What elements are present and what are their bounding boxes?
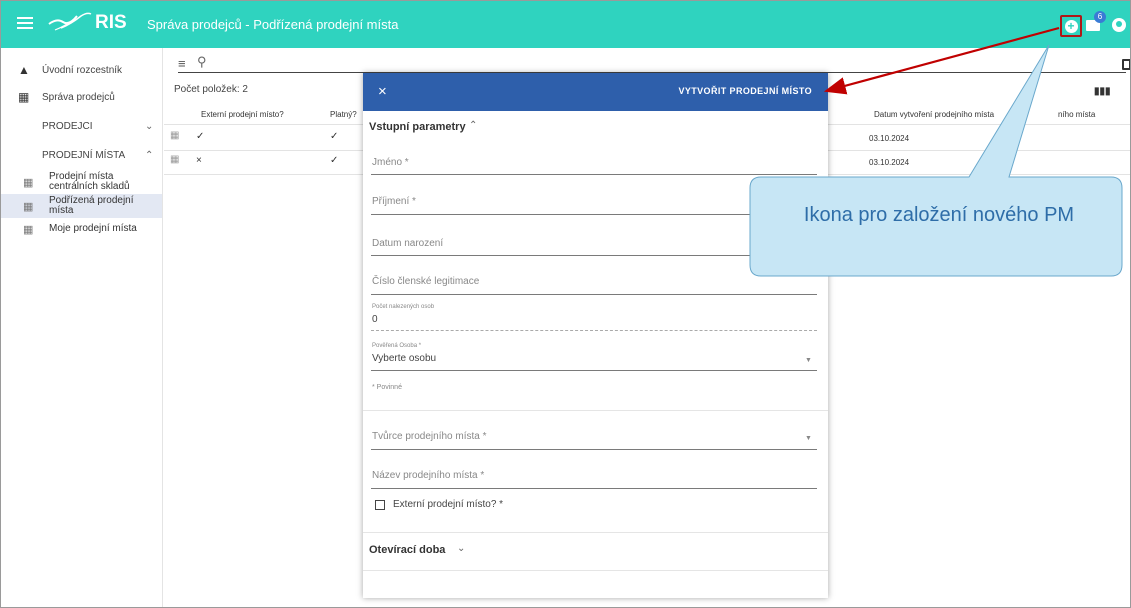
sidebar-item-label: Podřízená prodejní místa	[49, 195, 134, 216]
membership-underline	[371, 294, 817, 295]
app-logo[interactable]: RIS	[47, 11, 127, 35]
chevron-up-icon: ⌃	[145, 149, 154, 161]
chevron-down-icon: ⌄	[145, 120, 154, 132]
filter-icon[interactable]: ≡	[178, 56, 186, 71]
menu-icon[interactable]	[17, 17, 33, 29]
sidebar-item-label: Úvodní rozcestník	[42, 64, 123, 76]
sidebar-item-sellers-admin[interactable]: ▦ Správa prodejců	[1, 88, 163, 106]
sidebar-item-home[interactable]: ▲ Úvodní rozcestník	[1, 61, 163, 79]
column-header-external[interactable]: Externí prodejní místo?	[201, 110, 284, 119]
section-label: PRODEJNÍ MÍSTA	[42, 149, 126, 161]
sidebar-item-label: Moje prodejní místa	[49, 223, 137, 234]
item-count: Počet položek: 2	[174, 84, 248, 95]
create-sales-point-dialog: × VYTVOŘIT PRODEJNÍ MÍSTO Vstupní parame…	[363, 73, 828, 598]
section-divider	[363, 410, 828, 411]
dropdown-arrow-icon[interactable]: ▼	[805, 357, 812, 364]
building-icon: ▦	[23, 224, 34, 236]
assigned-person-label: Pověřená Osoba *	[372, 343, 422, 349]
external-value: ×	[196, 155, 202, 166]
first-name-field[interactable]: Jméno *	[372, 157, 409, 168]
assigned-person-select[interactable]: Vyberte osobu	[372, 353, 436, 364]
column-header-valid[interactable]: Platný?	[330, 110, 357, 119]
top-bar: RIS Správa prodejců - Podřízená prodejní…	[1, 1, 1130, 48]
dashboard-icon: ▦	[18, 90, 30, 104]
external-value: ✓	[196, 131, 205, 142]
sidebar-item-label: Správa prodejců	[42, 91, 115, 103]
first-name-underline	[371, 174, 817, 175]
section-label: PRODEJCI	[42, 120, 93, 132]
creator-select[interactable]: Tvůrce prodejního místa *	[372, 431, 487, 442]
sidebar-item-my-places[interactable]: ▦ Moje prodejní místa	[1, 221, 162, 237]
section-input-params[interactable]: Vstupní parametry	[369, 121, 466, 133]
created-date: 03.10.2024	[869, 134, 910, 143]
dialog-header: × VYTVOŘIT PRODEJNÍ MÍSTO	[363, 73, 828, 111]
sidebar-section-places[interactable]: PRODEJNÍ MÍSTA ⌃	[1, 147, 163, 163]
plus-icon: +	[1064, 19, 1078, 33]
place-name-underline	[371, 488, 817, 489]
sidebar: ▲ Úvodní rozcestník ▦ Správa prodejců PR…	[1, 48, 163, 607]
more-options-icon[interactable]: ⋮	[1126, 82, 1130, 96]
close-icon[interactable]: ×	[378, 83, 387, 100]
section-divider	[363, 532, 828, 533]
required-note: * Povinné	[372, 384, 402, 391]
sidebar-item-label: Prodejní místa centrálních skladů	[49, 171, 130, 192]
add-sales-point-button[interactable]: +	[1060, 15, 1082, 37]
home-icon: ▲	[18, 63, 30, 77]
search-icon[interactable]: ⚲	[197, 54, 207, 70]
chevron-down-icon[interactable]: ⌄	[457, 543, 465, 554]
created-date: 03.10.2024	[869, 158, 910, 167]
chevron-up-icon[interactable]: ⌃	[469, 120, 477, 131]
section-opening-hours[interactable]: Otevírací doba	[369, 544, 445, 556]
logo-text: RIS	[95, 12, 127, 33]
sidebar-item-central-warehouses[interactable]: ▦ Prodejní místa centrálních skladů	[1, 170, 162, 194]
columns-icon[interactable]: ▮▮▮	[1094, 86, 1111, 97]
sidebar-section-sellers[interactable]: PRODEJCI ⌄	[1, 118, 163, 134]
create-button[interactable]: VYTVOŘIT PRODEJNÍ MÍSTO	[678, 86, 812, 96]
building-icon: ▦	[23, 201, 34, 213]
birth-date-underline	[371, 255, 817, 256]
mail-badge: 6	[1094, 11, 1106, 23]
found-persons-underline	[371, 330, 817, 331]
sales-point-icon: ▦	[170, 130, 180, 141]
birth-date-field[interactable]: Datum narození	[372, 238, 443, 249]
logo-swoosh-icon	[48, 12, 92, 31]
membership-number-field[interactable]: Číslo členské legitimace	[372, 276, 479, 287]
user-account-icon[interactable]	[1112, 18, 1126, 32]
sidebar-item-subordinate-places[interactable]: ▦ Podřízená prodejní místa	[1, 194, 162, 218]
found-persons-value: 0	[372, 314, 378, 325]
valid-value: ✓	[330, 155, 339, 166]
found-persons-label: Počet nalezených osob	[372, 304, 435, 310]
section-divider	[363, 570, 828, 571]
valid-value: ✓	[330, 131, 339, 142]
callout-text: Ikona pro založení nového PM	[803, 204, 1075, 226]
column-header-last[interactable]: ního místa	[1058, 110, 1095, 119]
dropdown-arrow-icon[interactable]: ▼	[805, 435, 812, 442]
building-icon: ▦	[23, 177, 34, 189]
external-checkbox[interactable]	[375, 500, 385, 510]
app-window: RIS Správa prodejců - Podřízená prodejní…	[0, 0, 1131, 608]
page-title: Správa prodejců - Podřízená prodejní mís…	[147, 17, 399, 32]
creator-underline	[371, 449, 817, 450]
place-name-field[interactable]: Název prodejního místa *	[372, 470, 484, 481]
external-checkbox-label[interactable]: Externí prodejní místo? *	[393, 499, 503, 510]
book-icon[interactable]	[1122, 59, 1130, 70]
column-header-created[interactable]: Datum vytvoření prodejního místa	[874, 110, 994, 119]
last-name-field[interactable]: Příjmení *	[372, 196, 416, 207]
assigned-person-underline	[371, 370, 817, 371]
sales-point-icon: ▦	[170, 154, 180, 165]
